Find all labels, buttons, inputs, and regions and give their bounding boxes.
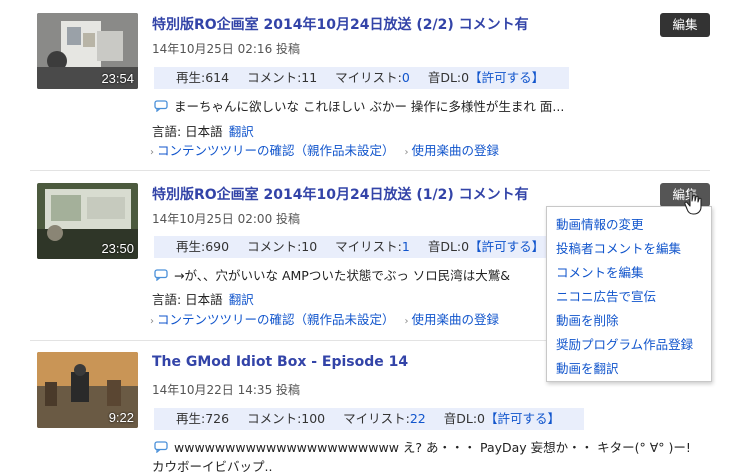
posted-date: 14年10月25日 02:00 投稿 (152, 212, 301, 226)
view-count: 再生:726 (176, 411, 230, 426)
chevron-right-icon: › (404, 147, 409, 158)
video-links: › コンテンツツリーの確認（親作品未設定） › 使用楽曲の登録 (150, 140, 499, 159)
language-row: 言語: 日本語 翻訳 (152, 121, 254, 140)
hand-cursor-icon (684, 190, 702, 215)
mylist-label: マイリスト: (335, 239, 402, 254)
chevron-right-icon: › (150, 147, 154, 158)
language-label: 言語: 日本語 (152, 124, 223, 139)
mylist-value[interactable]: 1 (402, 239, 410, 254)
latest-comments-continued: カウボーイビバップ.. (152, 459, 273, 474)
comment-count: コメント:10 (247, 239, 318, 254)
comment-bubble-icon (154, 100, 168, 112)
content-tree-link[interactable]: コンテンツツリーの確認（親作品未設定） (157, 312, 395, 327)
mylist-count: マイリスト:0 (335, 70, 410, 85)
menu-item-nicoad-promote[interactable]: ニコニ広告で宣伝 (556, 286, 656, 305)
audio-dl-count: 音DL:0 (427, 70, 470, 85)
edit-button[interactable]: 編集 (660, 13, 710, 37)
video-item: 23:54 特別版RO企画室 2014年10月24日放送 (2/2) コメント有… (0, 0, 732, 170)
video-title[interactable]: 特別版RO企画室 2014年10月24日放送 (2/2) コメント有 (152, 14, 529, 34)
chevron-right-icon: › (404, 316, 409, 327)
audio-dl-count: 音DL:0 (443, 411, 485, 426)
posted-date: 14年10月25日 02:16 投稿 (152, 42, 301, 56)
allow-link[interactable]: 【許可する】 (469, 70, 544, 85)
menu-item-edit-comments[interactable]: コメントを編集 (556, 262, 644, 281)
video-title[interactable]: The GMod Idiot Box - Episode 14 (152, 354, 408, 370)
mylist-count: マイリスト:22 (343, 411, 426, 426)
menu-item-incentive-program[interactable]: 奨励プログラム作品登録 (556, 334, 693, 353)
menu-item-edit-uploader-comment[interactable]: 投稿者コメントを編集 (556, 238, 681, 257)
mylist-label: マイリスト: (343, 411, 410, 426)
video-thumbnail[interactable]: 23:54 (37, 13, 138, 89)
audio-dl-count: 音DL:0 (427, 239, 470, 254)
comment-count: コメント:11 (247, 70, 318, 85)
video-stats: 再生:690 コメント:10 マイリスト:1 音DL:0【許可する】 (154, 236, 554, 258)
translate-link[interactable]: 翻訳 (229, 292, 254, 307)
latest-comments: まーちゃんに欲しいな これほしい ぶかー 操作に多様性が生まれ 面... (154, 96, 564, 115)
latest-comments: →が、、穴がいいな AMPついた状態でぶっ ソロ民湾は大鷲& (154, 265, 510, 284)
video-stats: 再生:614 コメント:11 マイリスト:0 音DL:0【許可する】 (154, 67, 569, 89)
comment-bubble-icon (154, 441, 168, 453)
comment-text: wwwwwwwwwwwwwwwwwwwwww え? あ・・・ PayDay 妄想… (174, 440, 691, 455)
mylist-value[interactable]: 0 (402, 70, 410, 85)
posted-date: 14年10月22日 14:35 投稿 (152, 383, 301, 397)
video-stats: 再生:726 コメント:100 マイリスト:22 音DL:0【許可する】 (154, 408, 584, 430)
comment-text: まーちゃんに欲しいな これほしい ぶかー 操作に多様性が生まれ 面... (174, 99, 565, 114)
menu-item-delete-video[interactable]: 動画を削除 (556, 310, 619, 329)
mylist-label: マイリスト: (335, 70, 402, 85)
video-thumbnail[interactable]: 9:22 (37, 352, 138, 428)
latest-comments: wwwwwwwwwwwwwwwwwwwwww え? あ・・・ PayDay 妄想… (154, 437, 691, 456)
content-tree-link[interactable]: コンテンツツリーの確認（親作品未設定） (157, 143, 395, 158)
video-title[interactable]: 特別版RO企画室 2014年10月24日放送 (1/2) コメント有 (152, 184, 529, 204)
chevron-right-icon: › (150, 316, 154, 327)
comment-count: コメント:100 (247, 411, 326, 426)
video-thumbnail[interactable]: 23:50 (37, 183, 138, 259)
language-row: 言語: 日本語 翻訳 (152, 289, 254, 308)
allow-link[interactable]: 【許可する】 (485, 411, 560, 426)
language-label: 言語: 日本語 (152, 292, 223, 307)
edit-dropdown-menu: 動画情報の変更 投稿者コメントを編集 コメントを編集 ニコニ広告で宣伝 動画を削… (546, 206, 712, 382)
comment-text: →が、、穴がいいな AMPついた状態でぶっ ソロ民湾は大鷲& (174, 268, 511, 283)
music-register-link[interactable]: 使用楽曲の登録 (412, 312, 500, 327)
video-duration: 9:22 (108, 410, 134, 425)
allow-link[interactable]: 【許可する】 (469, 239, 544, 254)
video-duration: 23:54 (101, 71, 134, 86)
music-register-link[interactable]: 使用楽曲の登録 (412, 143, 500, 158)
menu-item-translate-video[interactable]: 動画を翻訳 (556, 358, 619, 377)
menu-item-edit-video-info[interactable]: 動画情報の変更 (556, 214, 644, 233)
view-count: 再生:690 (176, 239, 230, 254)
mylist-value[interactable]: 22 (410, 411, 426, 426)
video-links: › コンテンツツリーの確認（親作品未設定） › 使用楽曲の登録 (150, 309, 499, 328)
comment-bubble-icon (154, 269, 168, 281)
video-duration: 23:50 (101, 241, 134, 256)
mylist-count: マイリスト:1 (335, 239, 410, 254)
translate-link[interactable]: 翻訳 (229, 124, 254, 139)
view-count: 再生:614 (176, 70, 230, 85)
